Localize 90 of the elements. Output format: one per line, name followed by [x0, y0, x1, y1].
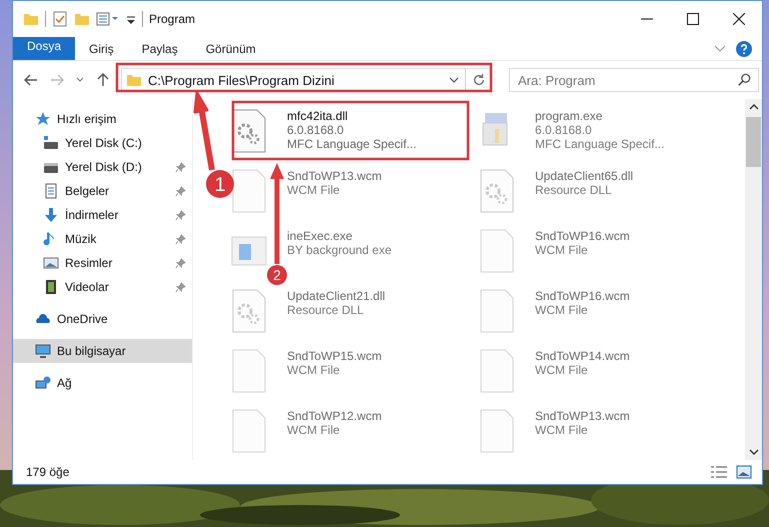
scroll-up-icon[interactable] — [748, 103, 758, 111]
download-icon — [43, 207, 59, 223]
scroll-thumb[interactable] — [746, 117, 761, 167]
file-detail: 6.0.8168.0 — [287, 123, 345, 137]
network-icon — [35, 375, 51, 391]
file-name[interactable]: SndToWP16.wcm — [535, 289, 630, 303]
blank-file-icon — [479, 409, 515, 453]
file-detail: WCM File — [535, 363, 589, 377]
file-detail: WCM File — [535, 303, 589, 317]
file-detail: WCM File — [287, 423, 341, 437]
file-detail: Resource DLL — [287, 303, 365, 317]
picture-icon — [43, 255, 59, 271]
file-detail: WCM File — [535, 243, 589, 257]
maximize-icon[interactable] — [687, 13, 699, 25]
details-view-icon[interactable] — [710, 465, 728, 479]
blank-file-icon — [479, 349, 515, 393]
refresh-icon[interactable] — [472, 73, 486, 87]
file-name[interactable]: SndToWP13.wcm — [535, 409, 630, 423]
file-detail: BY background exe — [287, 243, 392, 257]
ribbon-tab[interactable]: Görünüm — [192, 37, 270, 60]
step-badge: 2 — [267, 265, 287, 285]
pin-icon[interactable] — [175, 210, 186, 220]
blank-file-icon — [479, 229, 515, 273]
folder-icon — [126, 72, 142, 88]
expand-ribbon-icon[interactable] — [714, 44, 726, 52]
sidebar-item[interactable]: Bu bilgisayar — [13, 339, 192, 363]
file-name[interactable]: SndToWP12.wcm — [287, 409, 382, 423]
file-detail: 6.0.8168.0 — [535, 123, 593, 137]
ribbon-tab[interactable]: Giriş — [75, 37, 128, 60]
blank-file-icon — [231, 349, 267, 393]
file-name[interactable]: SndToWP14.wcm — [535, 349, 630, 363]
sidebar-item[interactable]: Yerel Disk (D:) — [13, 155, 192, 179]
drive-icon — [43, 135, 59, 151]
pin-icon[interactable] — [175, 234, 186, 244]
search-field[interactable]: Ara: Program — [509, 68, 759, 92]
star-icon — [35, 111, 51, 127]
file-name[interactable]: SndToWP13.wcm — [287, 169, 382, 183]
file-name[interactable]: UpdateClient65.dll — [535, 169, 634, 183]
ribbon-tab[interactable]: Paylaş — [128, 37, 192, 60]
sidebar-item[interactable]: OneDrive — [13, 307, 192, 331]
large-icons-view-icon[interactable] — [736, 465, 752, 479]
close-icon[interactable] — [733, 13, 745, 25]
sidebar-item[interactable]: Resimler — [13, 251, 192, 275]
sidebar-item[interactable]: Müzik — [13, 227, 192, 251]
blank-file-icon — [479, 289, 515, 333]
scroll-down-icon[interactable] — [748, 448, 758, 456]
file-name[interactable]: program.exe — [535, 109, 664, 123]
pin-icon[interactable] — [175, 186, 186, 196]
help-icon[interactable] — [736, 40, 752, 56]
film-icon — [43, 279, 59, 295]
pin-icon[interactable] — [175, 282, 186, 292]
file-detail: MFC Language Specif... — [287, 137, 416, 151]
file-detail: Resource DLL — [535, 183, 613, 197]
recent-icon[interactable] — [75, 76, 85, 84]
scrollbar[interactable] — [745, 99, 762, 460]
search-icon[interactable] — [737, 73, 751, 87]
pin-icon[interactable] — [175, 258, 186, 268]
sidebar-item[interactable]: Yerel Disk (C:) — [13, 131, 192, 155]
sidebar-item[interactable]: Ağ — [13, 371, 192, 395]
item-count: 179 öğe — [26, 465, 70, 479]
document-icon — [43, 183, 59, 199]
sidebar-item[interactable]: Hızlı erişim — [13, 107, 192, 131]
up-icon[interactable] — [95, 72, 111, 88]
pin-icon[interactable] — [175, 162, 186, 172]
address-field[interactable]: C:\Program Files\Program Dizini — [121, 68, 491, 92]
gear-file-icon — [231, 289, 267, 333]
file-name[interactable]: SndToWP16.wcm — [535, 229, 630, 243]
checklist-icon[interactable] — [52, 11, 68, 27]
gear-file-icon — [479, 169, 515, 213]
minimize-icon[interactable] — [641, 18, 653, 20]
file-name[interactable]: ineExec.exe — [287, 229, 392, 243]
file-name[interactable]: SndToWP15.wcm — [287, 349, 382, 363]
step-badge: 1 — [206, 170, 234, 198]
monitor-icon — [35, 343, 51, 359]
blank-file-icon — [231, 169, 267, 213]
back-icon[interactable] — [23, 72, 39, 88]
file-detail: WCM File — [535, 423, 589, 437]
blank-file-icon — [231, 409, 267, 453]
address-path: C:\Program Files\Program Dizini — [148, 72, 336, 88]
sidebar-item[interactable]: Videolar — [13, 275, 192, 299]
properties-icon[interactable] — [96, 11, 120, 27]
file-name[interactable]: mfc42ita.dll — [287, 109, 416, 123]
dropdown-icon[interactable] — [449, 76, 459, 84]
file-detail: WCM File — [287, 363, 341, 377]
sidebar-item[interactable]: İndirmeler — [13, 203, 192, 227]
window-title: Program — [149, 12, 196, 26]
file-detail: WCM File — [287, 183, 341, 197]
sidebar-item[interactable]: Belgeler — [13, 179, 192, 203]
file-name[interactable]: UpdateClient21.dll — [287, 289, 386, 303]
file-detail: MFC Language Specif... — [535, 137, 664, 151]
